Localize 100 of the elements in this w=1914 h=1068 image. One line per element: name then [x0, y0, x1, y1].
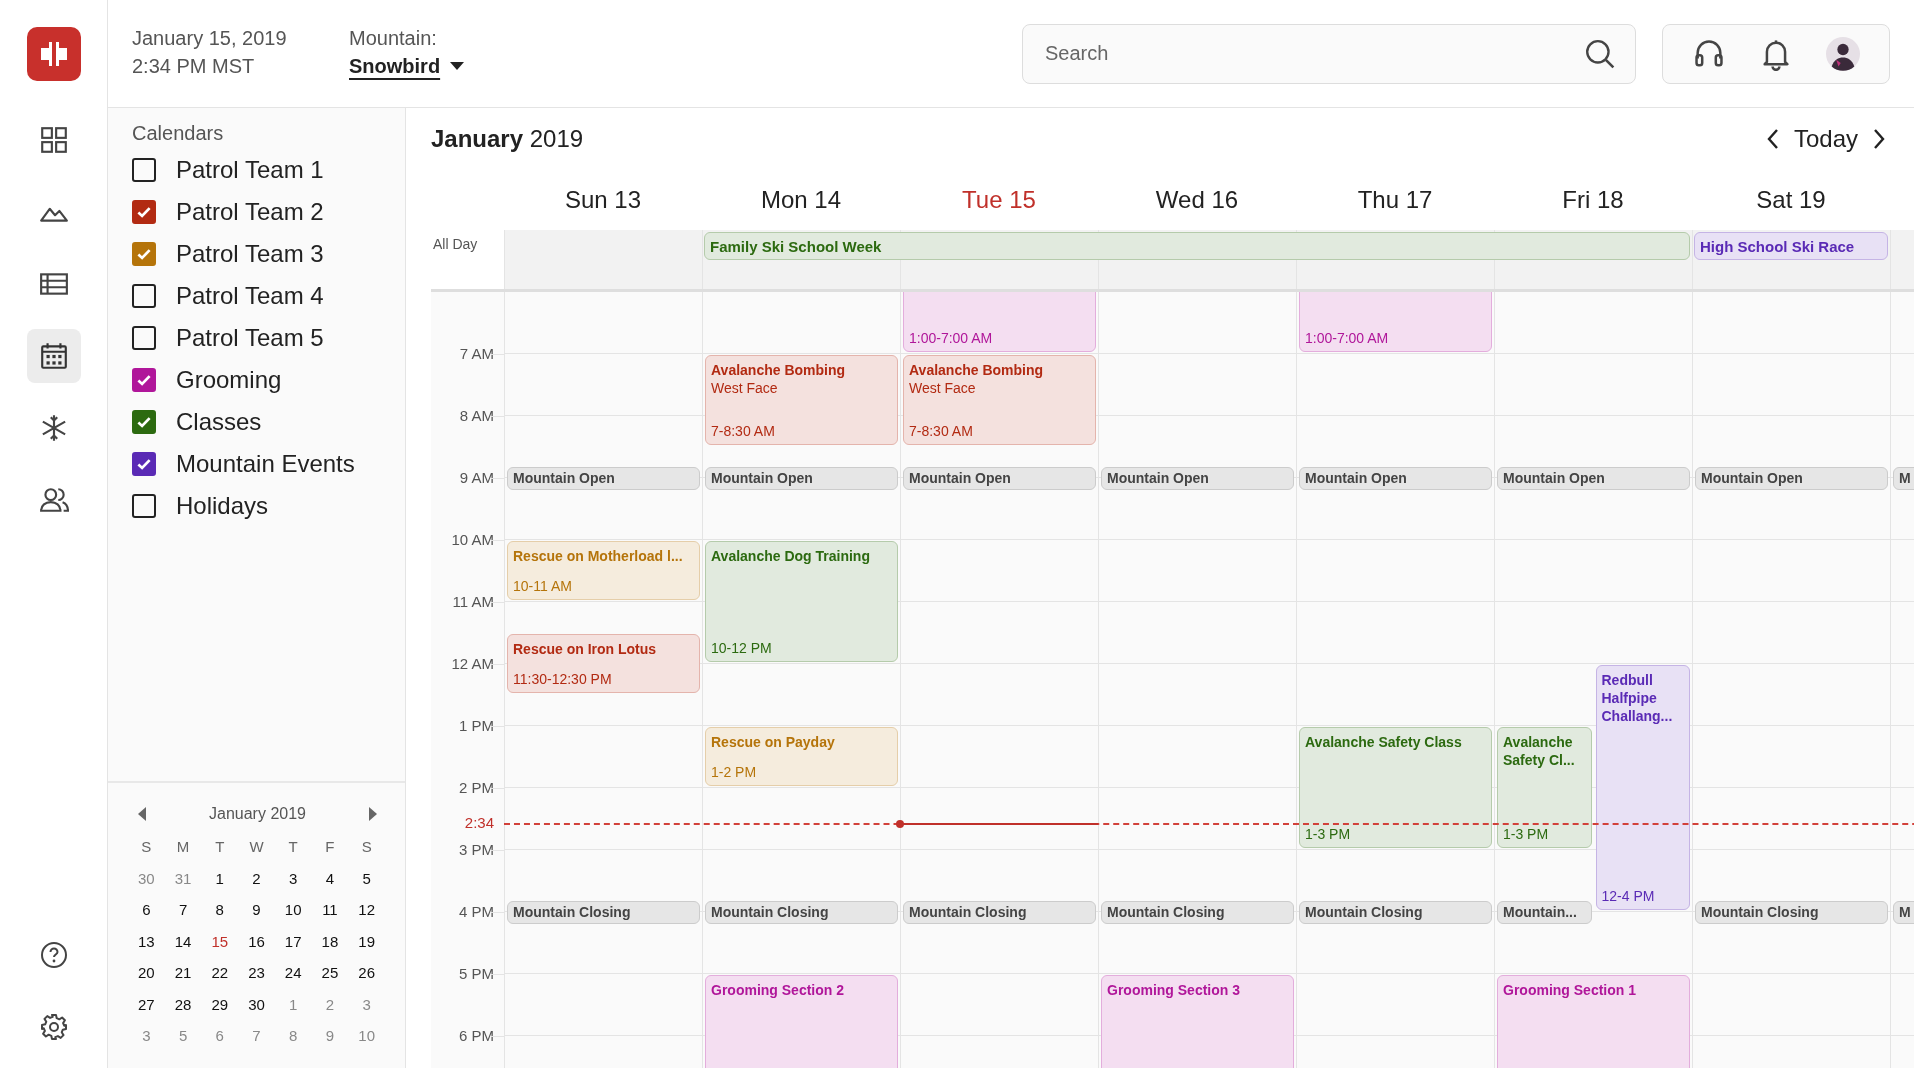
settings-icon[interactable]: [38, 1012, 69, 1042]
date-cell[interactable]: 30: [238, 988, 275, 1020]
checkbox[interactable]: [132, 242, 156, 266]
date-cell[interactable]: 11: [311, 894, 349, 926]
calendar-toggle[interactable]: Patrol Team 2: [132, 191, 405, 233]
today-button[interactable]: Today: [1793, 125, 1858, 153]
date-cell[interactable]: 29: [201, 988, 239, 1020]
checkbox[interactable]: [132, 200, 156, 224]
calendar-toggle[interactable]: Grooming: [132, 359, 405, 401]
calendar-toggle[interactable]: Patrol Team 4: [132, 275, 405, 317]
calendar-event[interactable]: Grooming Section 3: [1101, 975, 1294, 1068]
date-cell[interactable]: 6: [128, 894, 165, 926]
checkbox[interactable]: [132, 452, 156, 476]
date-cell[interactable]: 13: [128, 925, 165, 957]
checkbox[interactable]: [132, 284, 156, 308]
date-cell[interactable]: 5: [348, 862, 385, 894]
calendar-event[interactable]: Grooming Section 1: [1497, 975, 1690, 1068]
calendar-event[interactable]: Mountain Open: [1695, 466, 1888, 490]
calendar-toggle[interactable]: Holidays: [132, 485, 405, 527]
search-icon[interactable]: [1584, 37, 1616, 70]
calendar-event[interactable]: Mountain Closing: [903, 900, 1096, 924]
next-month-icon[interactable]: [369, 807, 377, 821]
date-cell[interactable]: 4: [311, 862, 349, 894]
all-day-event[interactable]: Family Ski School Week: [704, 232, 1690, 260]
date-cell[interactable]: 16: [238, 925, 275, 957]
calendar-event[interactable]: Avalanche Bombing West Face 7-8:30 AM: [903, 355, 1096, 445]
date-cell[interactable]: 17: [274, 925, 312, 957]
calendar-event[interactable]: Mountain...: [1497, 900, 1592, 924]
date-cell[interactable]: 30: [128, 862, 165, 894]
date-cell[interactable]: 18: [311, 925, 349, 957]
date-cell[interactable]: 27: [128, 988, 165, 1020]
date-cell[interactable]: 19: [348, 925, 385, 957]
checkbox[interactable]: [132, 326, 156, 350]
nav-item[interactable]: [26, 329, 81, 383]
calendar-event[interactable]: 1:00-7:00 AM: [1299, 292, 1492, 352]
checkbox[interactable]: [132, 494, 156, 518]
date-cell[interactable]: 14: [164, 925, 202, 957]
calendar-toggle[interactable]: Patrol Team 3: [132, 233, 405, 275]
date-cell[interactable]: 6: [201, 1020, 239, 1052]
date-cell[interactable]: 21: [164, 957, 202, 989]
calendar-event[interactable]: Mountain Open: [1101, 466, 1294, 490]
calendar-event[interactable]: Mountain Closing: [507, 900, 700, 924]
calendar-event[interactable]: Avalanche Dog Training 10-12 PM: [705, 541, 898, 662]
calendar-toggle[interactable]: Classes: [132, 401, 405, 443]
calendar-toggle[interactable]: Patrol Team 5: [132, 317, 405, 359]
all-day-event[interactable]: High School Ski Race: [1694, 232, 1888, 260]
date-cell[interactable]: 2: [311, 988, 349, 1020]
date-cell[interactable]: 3: [348, 988, 385, 1020]
date-cell[interactable]: 9: [311, 1020, 349, 1052]
avatar-icon[interactable]: [1826, 36, 1861, 71]
calendar-event[interactable]: Mountain Open: [1299, 466, 1492, 490]
calendar-event[interactable]: 1:00-7:00 AM: [903, 292, 1096, 352]
date-cell[interactable]: 26: [348, 957, 385, 989]
checkbox[interactable]: [132, 368, 156, 392]
date-cell[interactable]: 24: [274, 957, 312, 989]
date-cell[interactable]: 22: [201, 957, 239, 989]
date-cell[interactable]: 23: [238, 957, 275, 989]
checkbox[interactable]: [132, 410, 156, 434]
date-cell[interactable]: 2: [238, 862, 275, 894]
calendar-event[interactable]: M: [1893, 466, 1914, 490]
calendar-event[interactable]: Avalanche Bombing West Face 7-8:30 AM: [705, 355, 898, 445]
date-cell[interactable]: 20: [128, 957, 165, 989]
calendar-toggle[interactable]: Patrol Team 1: [132, 149, 405, 191]
calendar-event[interactable]: Redbull Halfpipe Challang... 12-4 PM: [1595, 665, 1690, 910]
mountain-dropdown[interactable]: Snowbird: [349, 51, 465, 80]
previous-icon[interactable]: [1765, 128, 1780, 150]
previous-month-icon[interactable]: [138, 807, 146, 821]
logo-icon[interactable]: [26, 27, 81, 81]
date-cell[interactable]: 5: [164, 1020, 202, 1052]
calendar-event[interactable]: Avalanche Safety Class 1-3 PM: [1299, 727, 1492, 848]
calendar-event[interactable]: Grooming Section 2: [705, 975, 898, 1068]
checkbox[interactable]: [132, 158, 156, 182]
date-cell[interactable]: 28: [164, 988, 202, 1020]
date-cell[interactable]: 1: [201, 862, 239, 894]
date-cell[interactable]: 3: [128, 1020, 165, 1052]
calendar-event[interactable]: Mountain Open: [903, 466, 1096, 490]
help-icon[interactable]: [38, 940, 69, 970]
calendar-event[interactable]: Avalanche Safety Cl... 1-3 PM: [1497, 727, 1592, 848]
calendar-event[interactable]: Mountain Closing: [705, 900, 898, 924]
calendar-event[interactable]: Mountain Closing: [1299, 900, 1492, 924]
date-cell[interactable]: 10: [274, 894, 312, 926]
date-cell[interactable]: 15: [201, 925, 239, 957]
date-cell[interactable]: 9: [238, 894, 275, 926]
date-cell[interactable]: 3: [274, 862, 312, 894]
next-icon[interactable]: [1872, 128, 1886, 150]
date-cell[interactable]: 8: [274, 1020, 312, 1052]
search-field[interactable]: Search: [1022, 23, 1636, 84]
day-header: Sat 19: [1756, 186, 1826, 213]
calendar-event[interactable]: Rescue on Iron Lotus 11:30-12:30 PM: [507, 634, 700, 693]
date-cell[interactable]: 25: [311, 957, 349, 989]
date-cell[interactable]: 8: [201, 894, 239, 926]
date-cell[interactable]: 7: [164, 894, 202, 926]
calendar-event[interactable]: M: [1893, 900, 1914, 924]
calendar-event[interactable]: Mountain Open: [1497, 466, 1690, 490]
calendar-event[interactable]: Mountain Closing: [1101, 900, 1294, 924]
calendar-event[interactable]: Mountain Closing: [1695, 900, 1888, 924]
calendar-event[interactable]: Mountain Open: [507, 466, 700, 490]
calendar-toggle[interactable]: Mountain Events: [132, 443, 405, 485]
date-cell[interactable]: 12: [348, 894, 385, 926]
calendar-event[interactable]: Mountain Open: [705, 466, 898, 490]
